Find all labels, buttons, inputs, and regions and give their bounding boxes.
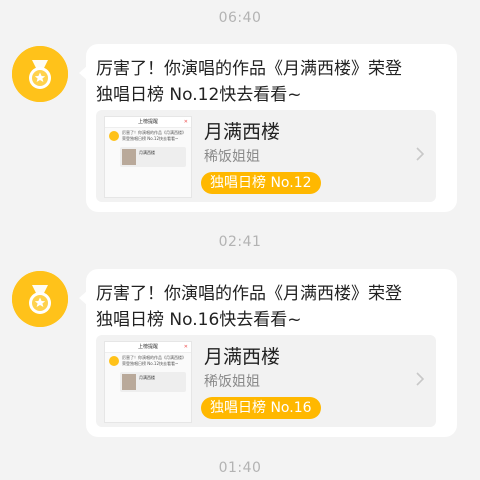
rank-badge: 独唱日榜 No.16	[201, 397, 321, 419]
message-text: 厉害了！你演唱的作品《月满西楼》荣登 独唱日榜 No.12快去看看~	[96, 56, 446, 108]
thumbnail-avatar	[109, 131, 119, 141]
medal-icon	[12, 271, 68, 327]
avatar[interactable]	[12, 46, 68, 102]
timestamp: 01:40	[218, 460, 262, 476]
message-line: 独唱日榜 No.16快去看看~	[96, 310, 302, 330]
song-title: 月满西楼	[204, 346, 281, 368]
thumbnail-text: 厉害了！你演唱的作品《月满西楼》荣登独唱日榜 No.12快去看看~	[122, 130, 186, 141]
thumbnail-bar-title: 上榜提醒	[137, 119, 158, 125]
message-text: 厉害了！你演唱的作品《月满西楼》荣登 独唱日榜 No.16快去看看~	[96, 281, 446, 333]
artist-name: 稀饭姐姐	[204, 374, 260, 390]
thumbnail-card-title: 月满西楼	[139, 150, 155, 155]
thumbnail-avatar	[109, 356, 119, 366]
timestamp: 02:41	[218, 234, 262, 250]
thumbnail-text: 厉害了！你演唱的作品《月满西楼》荣登独唱日榜 No.12快去看看~	[122, 355, 186, 366]
message-line: 独唱日榜 No.12快去看看~	[96, 85, 302, 105]
song-card[interactable]: 上榜提醒 ✕ 厉害了！你演唱的作品《月满西楼》荣登独唱日榜 No.12快去看看~…	[96, 335, 436, 427]
thumbnail-close-icon: ✕	[183, 119, 188, 125]
thumbnail-card: 月满西楼	[120, 372, 186, 392]
notification-feed: 06:40 厉害了！你演唱的作品《月满西楼》荣登 独唱日榜 No.12快去看看~…	[0, 0, 480, 480]
timestamp: 06:40	[218, 10, 262, 26]
thumbnail-cover	[122, 149, 136, 165]
thumbnail-card: 月满西楼	[120, 147, 186, 167]
message-line: 厉害了！你演唱的作品《月满西楼》荣登	[96, 59, 402, 79]
chevron-right-icon[interactable]	[414, 371, 426, 387]
thumbnail-bar-title: 上榜提醒	[137, 344, 158, 350]
thumbnail-close-icon: ✕	[183, 344, 188, 350]
chevron-right-icon[interactable]	[414, 146, 426, 162]
message-line: 厉害了！你演唱的作品《月满西楼》荣登	[96, 284, 402, 304]
medal-icon	[12, 46, 68, 102]
message-bubble: 厉害了！你演唱的作品《月满西楼》荣登 独唱日榜 No.12快去看看~ 上榜提醒 …	[79, 44, 457, 212]
thumbnail-bar: 上榜提醒 ✕	[105, 117, 191, 128]
song-title: 月满西楼	[204, 121, 281, 143]
avatar[interactable]	[12, 271, 68, 327]
thumbnail-card-title: 月满西楼	[139, 375, 155, 380]
rank-badge: 独唱日榜 No.12	[201, 172, 321, 194]
song-card-thumbnail: 上榜提醒 ✕ 厉害了！你演唱的作品《月满西楼》荣登独唱日榜 No.12快去看看~…	[104, 341, 192, 423]
song-card[interactable]: 上榜提醒 ✕ 厉害了！你演唱的作品《月满西楼》荣登独唱日榜 No.12快去看看~…	[96, 110, 436, 202]
message-bubble: 厉害了！你演唱的作品《月满西楼》荣登 独唱日榜 No.16快去看看~ 上榜提醒 …	[79, 269, 457, 437]
thumbnail-bar: 上榜提醒 ✕	[105, 342, 191, 353]
thumbnail-cover	[122, 374, 136, 390]
artist-name: 稀饭姐姐	[204, 149, 260, 165]
song-card-thumbnail: 上榜提醒 ✕ 厉害了！你演唱的作品《月满西楼》荣登独唱日榜 No.12快去看看~…	[104, 116, 192, 198]
